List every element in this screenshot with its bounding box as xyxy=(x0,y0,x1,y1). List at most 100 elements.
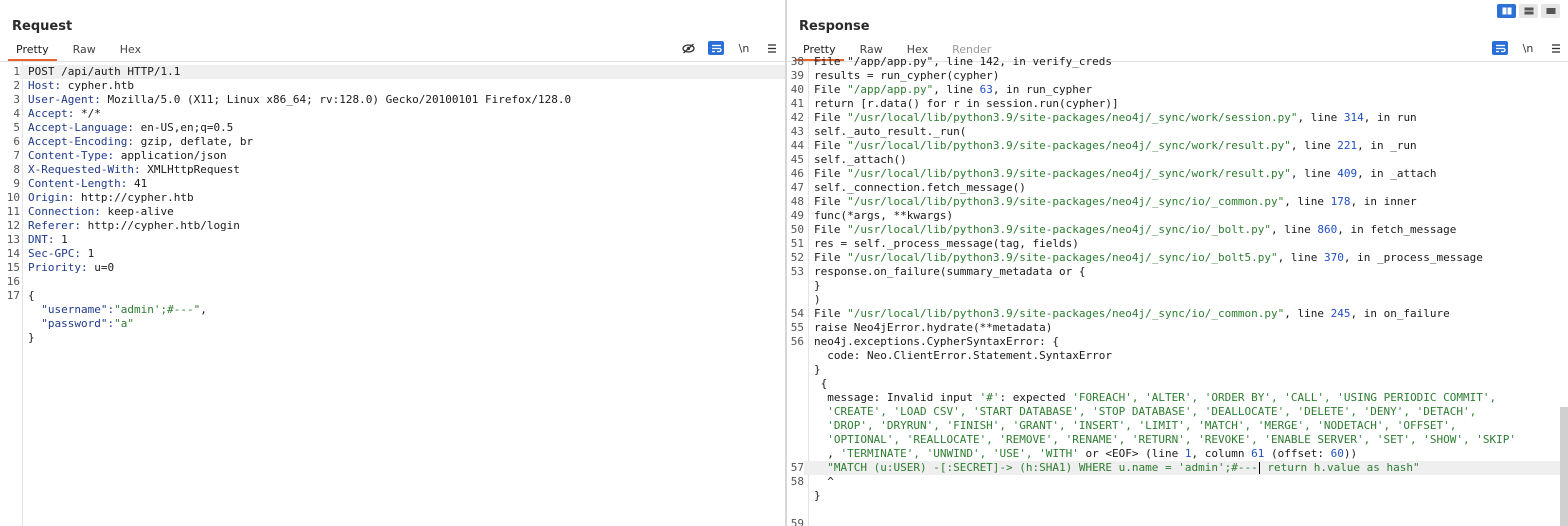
line-number: 14 xyxy=(6,247,20,260)
hamburger-menu-icon[interactable] xyxy=(764,41,780,55)
code-line[interactable]: } xyxy=(0,331,785,345)
code-line[interactable]: "password":"a" xyxy=(0,317,785,331)
code-line[interactable]: 48 File "/usr/local/lib/python3.9/site-pa… xyxy=(787,195,1568,209)
code-line[interactable]: 'OPTIONAL', 'REALLOCATE', 'REMOVE', 'REN… xyxy=(787,433,1568,447)
response-code[interactable]: 38 File "/app/app.py", line 142, in verif… xyxy=(787,55,1568,526)
code-line[interactable]: } xyxy=(787,279,1568,293)
code-line[interactable]: 50 File "/usr/local/lib/python3.9/site-pa… xyxy=(787,223,1568,237)
line-number xyxy=(787,293,804,307)
code-line[interactable]: 11 Connection: keep-alive xyxy=(0,205,785,219)
code-line[interactable]: 41 return [r.data() for r in session.run(… xyxy=(787,97,1568,111)
stacked-layout-icon[interactable] xyxy=(1519,4,1538,18)
line-text: Accept-Language: en-US,en;q=0.5 xyxy=(20,121,785,135)
code-line[interactable]: 14 Sec-GPC: 1 xyxy=(0,247,785,261)
newline-icon[interactable]: \n xyxy=(1520,41,1536,55)
code-token: 1 xyxy=(1184,447,1192,460)
code-line[interactable]: 45 self._attach() xyxy=(787,153,1568,167)
code-line[interactable]: "username":"admin';#---", xyxy=(0,303,785,317)
code-line[interactable]: 40 File "/app/app.py", line 63, in run_cy… xyxy=(787,83,1568,97)
code-token: return h.value as hash" xyxy=(1260,461,1420,474)
wrap-icon[interactable] xyxy=(1492,41,1508,55)
code-line[interactable]: 2 Host: cypher.htb xyxy=(0,79,785,93)
code-line[interactable]: 56 neo4j.exceptions.CypherSyntaxError: { xyxy=(787,335,1568,349)
line-number: 51 xyxy=(790,237,804,250)
line-number: 12 xyxy=(6,219,20,232)
code-line[interactable]: 58 ^ xyxy=(787,475,1568,489)
code-line[interactable]: 16 xyxy=(0,275,785,289)
code-token: Accept: xyxy=(28,107,81,120)
code-token: )) xyxy=(1343,447,1358,460)
code-line[interactable]: 43 self._auto_result._run( xyxy=(787,125,1568,139)
line-number: 1 xyxy=(13,65,20,78)
code-line[interactable]: 4 Accept: */* xyxy=(0,107,785,121)
tab-raw[interactable]: Raw xyxy=(61,41,108,61)
code-line[interactable]: 'CREATE', 'LOAD CSV', 'START DATABASE', … xyxy=(787,405,1568,419)
tab-hex[interactable]: Hex xyxy=(108,41,153,61)
response-pane: Response Pretty Raw Hex Render \n 38 File "/… xyxy=(787,0,1568,526)
code-line[interactable]: 38 File "/app/app.py", line 142, in verif… xyxy=(787,55,1568,69)
code-line[interactable]: 10 Origin: http://cypher.htb xyxy=(0,191,785,205)
hamburger-menu-icon[interactable] xyxy=(1548,41,1564,55)
code-line[interactable]: 51 res = self._process_message(tag, field… xyxy=(787,237,1568,251)
code-token: "MATCH (u:USER) -[:SECRET]-> (h:SHA1) WH… xyxy=(814,461,1258,474)
code-token: res = self._process_message(tag, fields) xyxy=(814,237,1079,250)
line-text: ^ xyxy=(804,475,1568,489)
code-line[interactable]: } xyxy=(787,363,1568,377)
wrap-icon[interactable] xyxy=(708,41,724,55)
line-number: 40 xyxy=(790,83,804,96)
code-line[interactable]: 7 Content-Type: application/json xyxy=(0,149,785,163)
code-line[interactable]: 47 self._connection.fetch_message() xyxy=(787,181,1568,195)
code-line[interactable]: { xyxy=(787,377,1568,391)
code-line[interactable]: 52 File "/usr/local/lib/python3.9/site-pa… xyxy=(787,251,1568,265)
code-line[interactable]: 8 X-Requested-With: XMLHttpRequest xyxy=(0,163,785,177)
code-line[interactable]: 15 Priority: u=0 xyxy=(0,261,785,275)
code-line[interactable]: message: Invalid input '#': expected 'FO… xyxy=(787,391,1568,405)
code-line[interactable]: 3 User-Agent: Mozilla/5.0 (X11; Linux x86… xyxy=(0,93,785,107)
tab-pretty[interactable]: Pretty xyxy=(4,41,61,61)
code-line[interactable]: 55 raise Neo4jError.hydrate(**metadata) xyxy=(787,321,1568,335)
single-pane-layout-icon[interactable] xyxy=(1541,4,1560,18)
code-token: */* xyxy=(80,107,101,120)
side-by-side-layout-icon[interactable] xyxy=(1497,4,1516,18)
code-token: 'OPTIONAL', 'REALLOCATE', 'REMOVE', 'REN… xyxy=(814,433,1516,446)
code-line[interactable]: 12 Referer: http://cypher.htb/login xyxy=(0,219,785,233)
code-line[interactable]: 49 func(*args, **kwargs) xyxy=(787,209,1568,223)
line-number: 10 xyxy=(6,191,20,204)
eye-slash-icon[interactable] xyxy=(680,41,696,55)
code-line[interactable]: ) xyxy=(787,293,1568,307)
code-line[interactable]: 6 Accept-Encoding: gzip, deflate, br xyxy=(0,135,785,149)
code-line[interactable]: code: Neo.ClientError.Statement.SyntaxEr… xyxy=(787,349,1568,363)
code-token: raise Neo4jError.hydrate(**metadata) xyxy=(814,321,1053,334)
line-number xyxy=(0,331,20,345)
line-number xyxy=(787,279,804,293)
code-line[interactable]: 9 Content-Length: 41 xyxy=(0,177,785,191)
code-token: keep-alive xyxy=(107,205,174,218)
code-token: XMLHttpRequest xyxy=(147,163,240,176)
code-line[interactable]: 54 File "/usr/local/lib/python3.9/site-pa… xyxy=(787,307,1568,321)
request-editor[interactable]: 1 POST /api/auth HTTP/1.1 2 Host: cypher.ht… xyxy=(0,61,785,526)
response-editor[interactable]: 38 File "/app/app.py", line 142, in verif… xyxy=(787,55,1568,526)
code-line[interactable]: 39 results = run_cypher(cypher) xyxy=(787,69,1568,83)
code-line[interactable]: 44 File "/usr/local/lib/python3.9/site-pa… xyxy=(787,139,1568,153)
code-line[interactable]: 5 Accept-Language: en-US,en;q=0.5 xyxy=(0,121,785,135)
code-line[interactable]: 59 xyxy=(787,517,1568,526)
code-line[interactable]: 42 File "/usr/local/lib/python3.9/site-pa… xyxy=(787,111,1568,125)
line-number: 56 xyxy=(790,335,804,348)
code-line[interactable]: 1 POST /api/auth HTTP/1.1 xyxy=(0,65,785,79)
request-code[interactable]: 1 POST /api/auth HTTP/1.1 2 Host: cypher.ht… xyxy=(0,65,785,345)
code-line[interactable] xyxy=(787,503,1568,517)
code-line[interactable]: 'DROP', 'DRYRUN', 'FINISH', 'GRANT', 'IN… xyxy=(787,419,1568,433)
code-line[interactable]: 17 { xyxy=(0,289,785,303)
code-token: "username": xyxy=(28,303,115,316)
code-line[interactable]: 13 DNT: 1 xyxy=(0,233,785,247)
code-line[interactable]: 46 File "/usr/local/lib/python3.9/site-pa… xyxy=(787,167,1568,181)
code-line[interactable]: 53 response.on_failure(summary_metadata o… xyxy=(787,265,1568,279)
code-line[interactable]: , 'TERMINATE', 'UNWIND', 'USE', 'WITH' o… xyxy=(787,447,1568,461)
code-line[interactable]: 57 "MATCH (u:USER) -[:SECRET]-> (h:SHA1)… xyxy=(787,461,1568,475)
code-line[interactable]: } xyxy=(787,489,1568,503)
line-number: 50 xyxy=(790,223,804,236)
response-scrollbar[interactable] xyxy=(1560,407,1568,526)
line-text: , 'TERMINATE', 'UNWIND', 'USE', 'WITH' o… xyxy=(804,447,1568,461)
newline-icon[interactable]: \n xyxy=(736,41,752,55)
code-token: return [r.data() for r in session.run(cy… xyxy=(814,97,1119,110)
